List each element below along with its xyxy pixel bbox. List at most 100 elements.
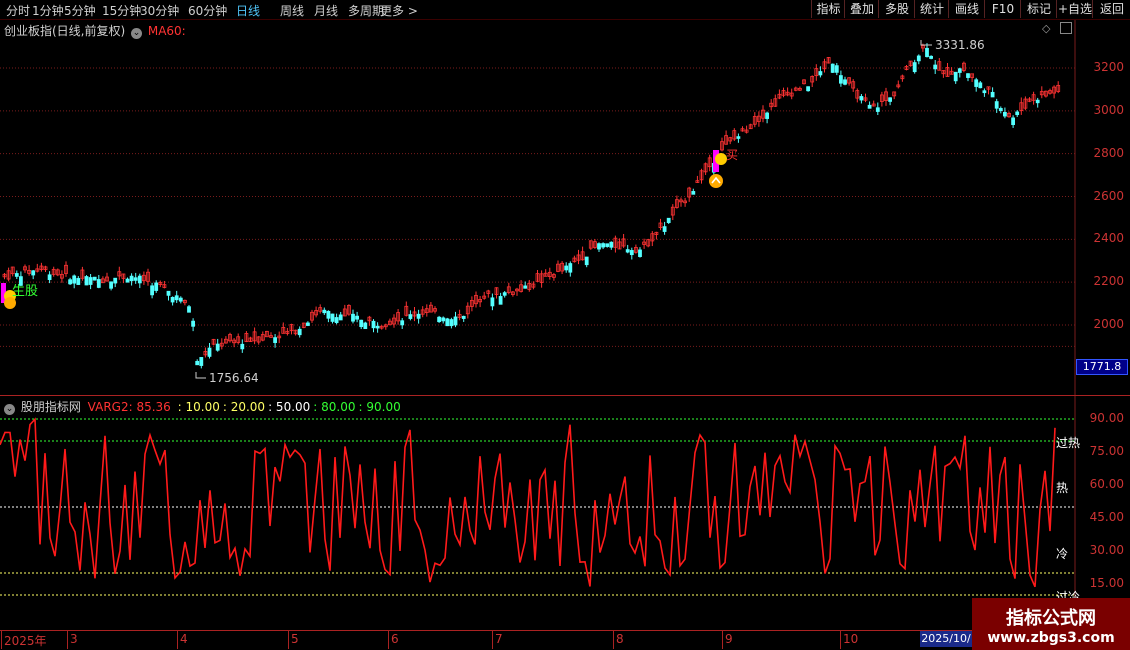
candle-body — [129, 275, 134, 282]
candle-body — [199, 357, 204, 366]
main-y-tick: 2200 — [1093, 274, 1124, 289]
main-y-tick: 2800 — [1093, 145, 1124, 160]
candle-body — [96, 279, 101, 288]
high-price-label: 3331.86 — [935, 38, 985, 52]
candle-body — [330, 313, 335, 322]
candle-body — [338, 314, 343, 321]
candle-body — [933, 64, 938, 70]
month-divider — [288, 631, 289, 649]
candle-body — [322, 309, 327, 314]
candle-body — [830, 63, 835, 73]
candle-body — [441, 317, 446, 322]
candle-body — [195, 360, 200, 366]
month-divider — [492, 631, 493, 649]
candle-body — [564, 265, 569, 271]
candle-body — [966, 73, 970, 78]
candle-body — [449, 319, 454, 327]
main-y-tick: 3200 — [1093, 60, 1124, 74]
month-divider — [1, 631, 2, 649]
candle-body — [72, 275, 77, 284]
candle-body — [109, 281, 113, 289]
candle-body — [888, 97, 892, 102]
candle-body — [875, 107, 880, 112]
candle-body — [408, 314, 413, 319]
candle-body — [76, 278, 81, 285]
candle-body — [453, 316, 458, 326]
candle-body — [638, 249, 642, 257]
candle-body — [1003, 111, 1007, 117]
candle-body — [191, 320, 196, 327]
month-label: 9 — [725, 632, 733, 646]
candle-body — [437, 316, 442, 323]
month-label: 6 — [391, 632, 399, 646]
candle-body — [1011, 117, 1015, 126]
indicator-y-tick: 75.00 — [1089, 444, 1124, 458]
candle-body — [990, 91, 995, 98]
candle-body — [666, 217, 671, 223]
candle-body — [170, 296, 175, 303]
candle-body — [502, 292, 507, 296]
candle-body — [375, 325, 380, 329]
month-divider — [177, 631, 178, 649]
candle-body — [400, 320, 405, 326]
candle-body — [297, 328, 302, 336]
candle-body — [929, 55, 933, 59]
candle-body — [916, 55, 921, 62]
zone-hot: 热 — [1056, 481, 1069, 495]
candle-body — [834, 65, 839, 73]
candle-body — [625, 249, 630, 253]
candlestick-series — [2, 43, 1061, 369]
candle-body — [240, 343, 245, 350]
indicator-y-tick: 45.00 — [1089, 510, 1124, 524]
candle-body — [113, 277, 118, 284]
candle-body — [14, 273, 19, 277]
month-divider — [840, 631, 841, 649]
candle-body — [867, 104, 872, 109]
candle-body — [982, 90, 987, 94]
strong-buy-label: 生股 — [12, 284, 39, 299]
watermark-box: 指标公式网 www.zbgs3.com — [972, 598, 1130, 650]
candle-body — [92, 276, 97, 281]
candle-body — [584, 256, 589, 266]
indicator-dropdown-icon[interactable]: ⌄ — [4, 404, 15, 415]
low-price-label: 1756.64 — [209, 371, 259, 385]
month-label: 3 — [70, 632, 78, 646]
candle-body — [609, 241, 614, 248]
candle-body — [1035, 99, 1040, 104]
candle-body — [843, 79, 847, 85]
indicator-grid — [0, 418, 1075, 596]
month-label: 7 — [495, 632, 503, 646]
candle-body — [568, 263, 573, 273]
main-y-tick: 3000 — [1093, 102, 1124, 117]
month-label: 8 — [616, 632, 624, 646]
indicator-header: ⌄ 股朋指标网 VARG2: 85.36 : 10.00: 20.00: 50.… — [4, 398, 401, 415]
candle-body — [597, 243, 601, 250]
candle-body — [305, 322, 310, 326]
candle-body — [859, 96, 864, 101]
candle-body — [31, 270, 36, 276]
buy-signal-label: 买 — [726, 148, 739, 162]
candle-body — [978, 82, 983, 89]
indicator-level-label: : 80.00 — [313, 400, 356, 414]
candle-body — [839, 75, 843, 84]
candle-body — [125, 278, 130, 283]
candle-body — [953, 71, 958, 82]
candle-body — [957, 68, 962, 73]
varg-value: VARG2: 85.36 — [87, 400, 171, 414]
main-y-tick: 2600 — [1093, 188, 1124, 203]
indicator-y-tick: 60.00 — [1089, 477, 1124, 491]
watermark-title: 指标公式网 — [1006, 608, 1096, 629]
up-arrow-icon — [709, 174, 723, 188]
candle-body — [605, 243, 610, 247]
candle-body — [498, 296, 503, 305]
month-divider — [388, 631, 389, 649]
candle-body — [912, 62, 917, 73]
candle-body — [215, 343, 220, 351]
candle-body — [736, 136, 741, 139]
month-divider — [67, 631, 68, 649]
candle-body — [273, 337, 278, 343]
month-divider — [613, 631, 614, 649]
candle-body — [174, 295, 179, 301]
candle-body — [629, 250, 634, 256]
candle-body — [806, 86, 810, 92]
